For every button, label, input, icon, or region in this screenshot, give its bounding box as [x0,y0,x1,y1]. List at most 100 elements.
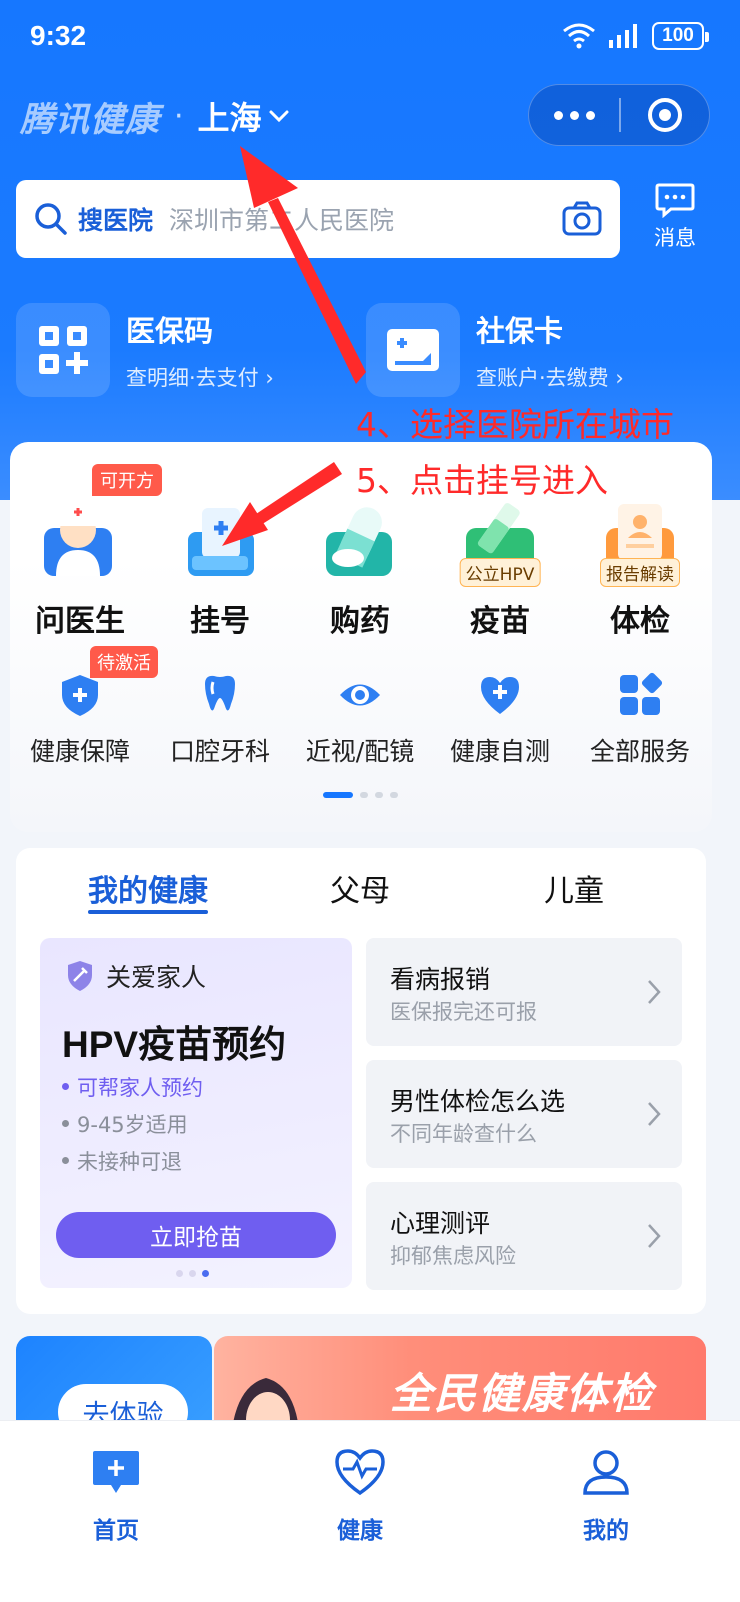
list-item-reimbursement[interactable]: 看病报销 医保报完还可报 [366,938,682,1046]
tag-report-reading: 报告解读 [600,558,680,587]
grab-vaccine-button[interactable]: 立即抢苗 [56,1212,336,1258]
tab-children[interactable]: 儿童 [544,866,604,910]
message-button[interactable]: 消息 [646,182,704,256]
battery-indicator: 100 [652,22,709,50]
list-item-subtitle: 医保报完还可报 [390,1000,537,1024]
list-item-title: 心理测评 [390,1209,491,1238]
promo-bullets: 可帮家人预约 9-45岁适用 未接种可退 [62,1068,203,1179]
service-register[interactable]: 挂号 [150,482,290,640]
quick-card-title: 医保码 [126,314,214,348]
promo-header: 关爱家人 [66,958,206,994]
social-card-icon [366,303,460,397]
list-item-psych-test[interactable]: 心理测评 抑郁焦虑风险 [366,1182,682,1290]
shield-plus-icon [62,675,98,716]
tab-underline [88,910,208,914]
service-vaccine[interactable]: 公立HPV 疫苗 [430,482,570,640]
service-label: 购药 [330,604,390,639]
city-selector[interactable]: 上海 [198,93,262,139]
search-placeholder: 深圳市第二人民医院 [169,206,395,235]
page-indicator [323,792,398,798]
chevron-right-icon [648,1224,661,1248]
search-input[interactable]: 搜医院 深圳市第二人民医院 [16,180,620,258]
service-self-test[interactable]: 健康自测 [430,652,570,768]
service-label: 近视/配镜 [305,737,415,766]
list-item-male-checkup[interactable]: 男性体检怎么选 不同年龄查什么 [366,1060,682,1168]
service-label: 疫苗 [470,604,530,639]
promo-bullet: 9-45岁适用 [62,1105,203,1142]
status-time: 9:32 [30,20,87,51]
service-all[interactable]: 全部服务 [570,652,710,768]
camera-icon[interactable] [562,200,602,236]
main-services-row: 可开方 问医生 挂号 购药 公立HPV 疫苗 报告解读 体检 [10,464,712,640]
service-vision[interactable]: 近视/配镜 [290,652,430,768]
hpv-promo-card[interactable]: 关爱家人 HPV疫苗预约 可帮家人预约 9-45岁适用 未接种可退 立即抢苗 [40,938,352,1288]
chevron-right-icon [648,1102,661,1126]
nav-label: 首页 [93,1518,139,1544]
wifi-icon [563,23,595,49]
brand-separator: · [174,98,184,134]
heart-plus-icon [481,677,519,714]
tooth-icon [205,675,235,711]
quick-card-subtitle: 查明细·去支付 [126,366,259,390]
promo-title: HPV疫苗预约 [62,1024,287,1065]
service-dental[interactable]: 口腔牙科 [150,652,290,768]
tag-public-hpv: 公立HPV [459,558,541,587]
search-label: 搜医院 [78,206,154,235]
badge-to-activate: 待激活 [90,646,158,678]
banner-title: 全民健康体检 [390,1369,655,1418]
message-icon [655,183,695,218]
list-item-subtitle: 不同年龄查什么 [390,1122,537,1146]
chevron-down-icon[interactable] [268,105,290,127]
brand-row: 腾讯健康 · 上海 [20,88,290,144]
grid-apps-icon [620,672,663,715]
signal-icon [609,24,637,48]
message-label: 消息 [654,226,696,250]
service-label: 健康自测 [449,737,550,766]
more-icon[interactable] [529,85,619,145]
nav-home[interactable]: 首页 [56,1447,176,1545]
promo-head-label: 关爱家人 [106,963,207,992]
nav-label: 健康 [337,1518,383,1544]
promo-bullet: 可帮家人预约 [62,1068,203,1105]
heart-pulse-icon [335,1449,385,1496]
bottom-nav: 首页 健康 我的 [0,1420,740,1602]
tab-parents[interactable]: 父母 [330,866,390,910]
quick-card-subtitle: 查账户·去缴费 [476,366,609,390]
service-ask-doctor[interactable]: 可开方 问医生 [10,464,162,640]
qr-code-icon [16,303,110,397]
nav-mine[interactable]: 我的 [546,1447,666,1545]
service-label: 问医生 [35,604,125,639]
user-icon [583,1450,629,1495]
service-checkup[interactable]: 报告解读 体检 [570,482,710,640]
service-buy-medicine[interactable]: 购药 [290,482,430,640]
medical-insurance-code-card[interactable]: 医保码 查明细·去支付 › [16,302,274,398]
eye-icon [340,684,380,706]
chevron-right-icon [648,980,661,1004]
nav-health[interactable]: 健康 [300,1447,420,1545]
list-item-title: 男性体检怎么选 [390,1087,566,1116]
service-health-protection[interactable]: 待激活 健康保障 [10,646,158,768]
quick-card-title: 社保卡 [476,314,564,348]
service-label: 挂号 [190,604,250,639]
brand-name: 腾讯健康 [20,99,160,140]
shield-syringe-icon [68,961,92,991]
home-plus-icon [93,1451,139,1493]
social-security-card[interactable]: 社保卡 查账户·去缴费 › [366,302,624,398]
service-label: 健康保障 [29,737,130,766]
annotation-step5: 5、点击挂号进入 [356,461,608,500]
hospital-register-icon [188,508,254,576]
my-health-card: 我的健康 父母 儿童 关爱家人 HPV疫苗预约 可帮家人预约 9-45岁适用 未… [16,848,706,1314]
health-tabs: 我的健康 父母 儿童 [16,848,706,920]
tab-my-health[interactable]: 我的健康 [88,866,208,910]
status-bar: 9:32 100 [0,0,740,78]
service-label: 全部服务 [589,737,690,766]
list-item-subtitle: 抑郁焦虑风险 [390,1244,516,1268]
service-label: 口腔牙科 [169,737,270,766]
medicine-icon [326,507,392,576]
miniprogram-capsule [528,84,710,146]
close-miniprogram-icon[interactable] [621,85,710,145]
annotation-step4: 4、选择医院所在城市 [356,405,674,444]
service-label: 体检 [610,604,670,639]
promo-bullet: 未接种可退 [62,1142,203,1179]
promo-carousel-dots [176,1270,209,1277]
